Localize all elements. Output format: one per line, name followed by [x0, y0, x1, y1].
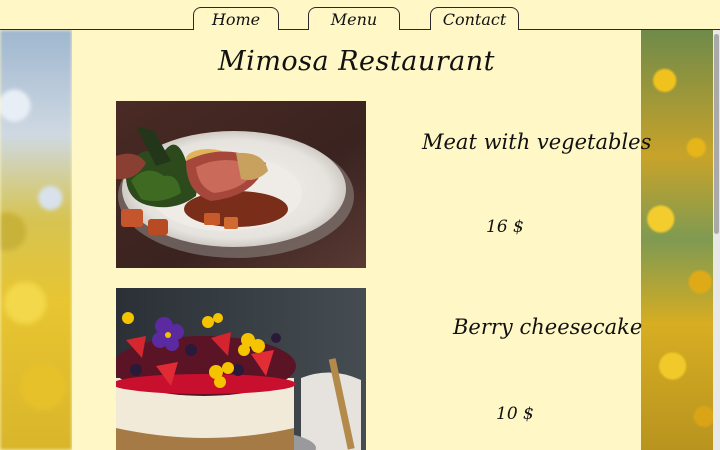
tab-home[interactable]: Home: [193, 7, 279, 30]
dish-price-cheesecake: 10 $: [496, 404, 534, 424]
meat-dish-photo: [116, 101, 366, 268]
cheesecake-photo: [116, 288, 366, 450]
scrollbar-thumb[interactable]: [714, 34, 719, 234]
page-title: Mimosa Restaurant: [218, 46, 495, 77]
dish-name-meat: Meat with vegetables: [422, 130, 652, 154]
tab-menu[interactable]: Menu: [308, 7, 400, 30]
vertical-scrollbar[interactable]: [713, 30, 720, 450]
mimosa-background-right: [641, 30, 720, 450]
dish-name-cheesecake: Berry cheesecake: [453, 315, 643, 339]
tab-contact[interactable]: Contact: [430, 7, 519, 30]
dish-price-meat: 16 $: [486, 217, 524, 237]
top-navigation: Home Menu Contact: [0, 0, 720, 30]
menu-panel: Mimosa Restaurant Meat with vegetables 1…: [72, 30, 651, 450]
mimosa-background-left: [0, 30, 72, 450]
